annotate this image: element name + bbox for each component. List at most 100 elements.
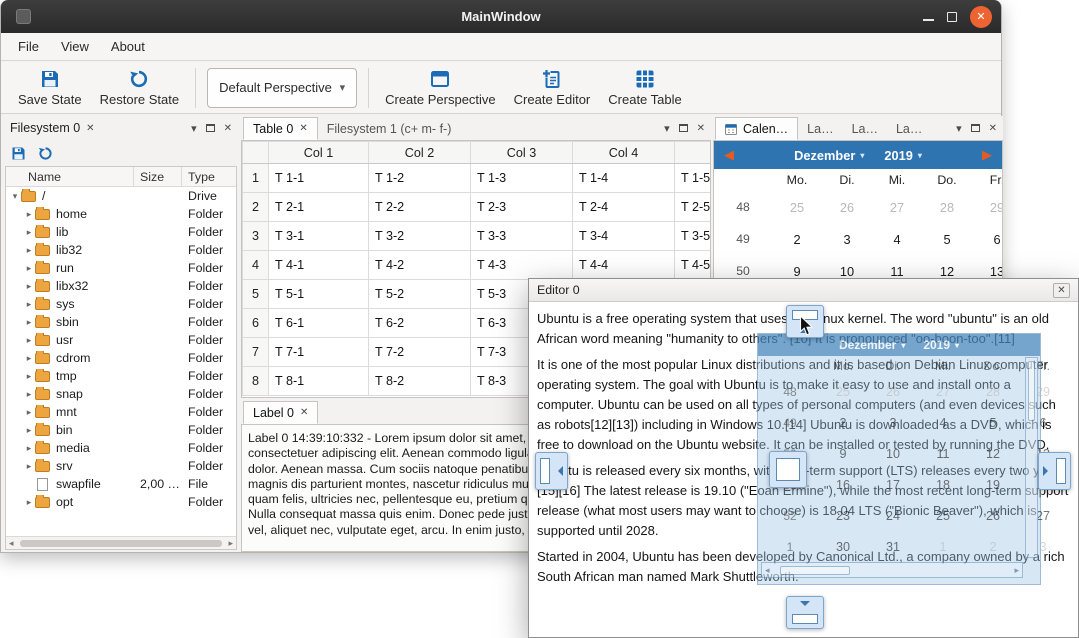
tree-row[interactable]: usrFolder [6, 331, 236, 349]
scroll-right-icon[interactable] [228, 538, 233, 549]
expand-arrow-icon[interactable] [23, 335, 35, 346]
menu-about[interactable]: About [100, 33, 156, 60]
row-header[interactable]: 2 [243, 193, 269, 222]
table-cell[interactable]: T 5-2 [369, 280, 471, 309]
table-cell[interactable]: T 4-4 [573, 251, 675, 280]
calendar-day[interactable]: 11 [872, 264, 922, 279]
tree-row[interactable]: mntFolder [6, 403, 236, 421]
maximize-button[interactable] [947, 12, 957, 22]
float-icon[interactable] [679, 124, 688, 132]
close-icon[interactable] [224, 123, 232, 134]
table-cell[interactable]: T 1-3 [471, 164, 573, 193]
row-header[interactable]: 5 [243, 280, 269, 309]
close-button[interactable] [970, 6, 992, 28]
table-cell[interactable]: T 3-3 [471, 222, 573, 251]
table-cell[interactable]: T 8-2 [369, 367, 471, 396]
column-header-name[interactable]: Name [6, 167, 134, 186]
expand-arrow-icon[interactable] [23, 407, 35, 418]
expand-arrow-icon[interactable] [23, 443, 35, 454]
tree-row[interactable]: runFolder [6, 259, 236, 277]
close-button[interactable] [1053, 283, 1070, 298]
save-state-button[interactable]: Save State [9, 66, 91, 110]
row-header[interactable]: 8 [243, 367, 269, 396]
close-icon[interactable] [299, 123, 307, 134]
row-header[interactable]: 4 [243, 251, 269, 280]
table-cell[interactable]: T 2-5 [675, 193, 712, 222]
calendar-day[interactable]: 28 [922, 200, 972, 215]
tree-row[interactable]: optFolder [6, 493, 236, 511]
table-cell[interactable]: T 3-4 [573, 222, 675, 251]
month-button[interactable]: Dezember [794, 148, 864, 163]
calendar-day[interactable]: 3 [822, 232, 872, 247]
expand-arrow-icon[interactable] [23, 245, 35, 256]
expand-arrow-icon[interactable] [23, 461, 35, 472]
menu-view[interactable]: View [50, 33, 100, 60]
next-month-icon[interactable] [982, 147, 992, 163]
dock-indicator-bottom[interactable] [786, 596, 824, 629]
tree-row[interactable]: lib32Folder [6, 241, 236, 259]
dock-menu-icon[interactable] [191, 122, 197, 135]
tree-row[interactable]: libFolder [6, 223, 236, 241]
column-header[interactable]: Col 4 [573, 142, 675, 164]
float-icon[interactable] [206, 124, 215, 132]
table-cell[interactable]: T 4-3 [471, 251, 573, 280]
expand-arrow-icon[interactable] [23, 353, 35, 364]
table-cell[interactable]: T 1-2 [369, 164, 471, 193]
column-header[interactable]: Col 2 [369, 142, 471, 164]
row-header[interactable]: 7 [243, 338, 269, 367]
table-cell[interactable]: T 2-3 [471, 193, 573, 222]
tab-filesystem-1[interactable]: Filesystem 1 (c+ m- f-) [318, 117, 461, 140]
column-header-type[interactable]: Type [182, 167, 236, 186]
calendar-day[interactable]: 12 [922, 264, 972, 279]
tree-row[interactable]: libx32Folder [6, 277, 236, 295]
table-cell[interactable]: T 3-5 [675, 222, 712, 251]
expand-arrow-icon[interactable] [23, 317, 35, 328]
calendar-day[interactable]: 4 [872, 232, 922, 247]
row-header[interactable]: 1 [243, 164, 269, 193]
save-icon[interactable] [11, 146, 26, 161]
table-cell[interactable]: T 7-1 [269, 338, 369, 367]
column-header[interactable]: Col 5 [675, 142, 712, 164]
row-header[interactable]: 3 [243, 222, 269, 251]
table-cell[interactable]: T 6-2 [369, 309, 471, 338]
dock-menu-icon[interactable] [956, 122, 962, 135]
table-cell[interactable]: T 3-1 [269, 222, 369, 251]
float-icon[interactable] [971, 124, 980, 132]
tree-row[interactable]: sbinFolder [6, 313, 236, 331]
calendar-day[interactable]: 13 [972, 264, 1003, 279]
minimize-button[interactable] [923, 12, 934, 21]
tab-label-0[interactable]: Label 0 [243, 401, 318, 424]
calendar-day[interactable]: 25 [772, 200, 822, 215]
create-perspective-button[interactable]: Create Perspective [376, 66, 505, 110]
expand-arrow-icon[interactable] [23, 227, 35, 238]
tree-row[interactable]: binFolder [6, 421, 236, 439]
tree-row[interactable]: swapfile2,00 …File [6, 475, 236, 493]
calendar-day[interactable]: 9 [772, 264, 822, 279]
column-header-size[interactable]: Size [134, 167, 182, 186]
dock-indicator-center[interactable] [769, 451, 807, 488]
calendar-day[interactable]: 6 [972, 232, 1003, 247]
table-cell[interactable]: T 3-2 [369, 222, 471, 251]
expand-arrow-icon[interactable] [23, 263, 35, 274]
table-cell[interactable]: T 2-2 [369, 193, 471, 222]
tree-row[interactable]: sysFolder [6, 295, 236, 313]
table-cell[interactable]: T 4-5 [675, 251, 712, 280]
close-icon[interactable] [697, 123, 705, 134]
tree-row[interactable]: snapFolder [6, 385, 236, 403]
tab-calendar[interactable]: Calen… [715, 117, 798, 140]
expand-arrow-icon[interactable] [23, 497, 35, 508]
table-cell[interactable]: T 2-4 [573, 193, 675, 222]
menu-file[interactable]: File [7, 33, 50, 60]
table-cell[interactable]: T 2-1 [269, 193, 369, 222]
tree-row[interactable]: tmpFolder [6, 367, 236, 385]
titlebar[interactable]: MainWindow [1, 0, 1001, 33]
table-cell[interactable]: T 6-1 [269, 309, 369, 338]
expand-arrow-icon[interactable] [23, 371, 35, 382]
create-table-button[interactable]: Create Table [599, 66, 690, 110]
restore-state-button[interactable]: Restore State [91, 66, 189, 110]
expand-arrow-icon[interactable] [23, 389, 35, 400]
tree-row[interactable]: homeFolder [6, 205, 236, 223]
calendar-day[interactable]: 26 [822, 200, 872, 215]
tree-row[interactable]: /Drive [6, 187, 236, 205]
expand-arrow-icon[interactable] [23, 425, 35, 436]
